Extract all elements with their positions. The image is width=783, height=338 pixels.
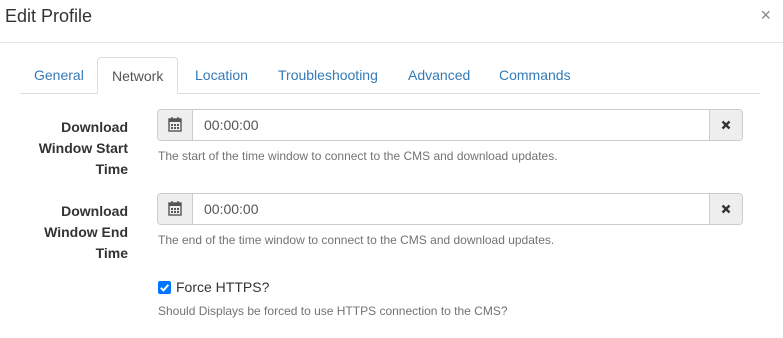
edit-profile-dialog: Edit Profile × General Network Location … [0, 0, 783, 338]
tab-bar: General Network Location Troubleshooting… [20, 57, 760, 94]
checkmark-icon [160, 284, 170, 292]
start-time-help: The start of the time window to connect … [158, 149, 558, 163]
tab-advanced[interactable]: Advanced [394, 57, 484, 93]
force-https-help: Should Displays be forced to use HTTPS c… [158, 304, 508, 318]
start-time-input[interactable]: 00:00:00 [204, 110, 259, 140]
close-icon[interactable]: × [760, 5, 771, 25]
dialog-title: Edit Profile [5, 6, 93, 26]
end-time-label-line: Window End [44, 224, 128, 240]
force-https-checkbox[interactable] [158, 281, 171, 294]
end-time-label-line: Download [61, 203, 128, 219]
tab-location[interactable]: Location [181, 57, 262, 93]
end-time-input[interactable]: 00:00:00 [204, 194, 259, 224]
times-icon[interactable] [709, 110, 742, 140]
tab-network[interactable]: Network [97, 57, 179, 94]
start-time-label-line: Window Start [38, 140, 128, 156]
tab-general[interactable]: General [20, 57, 98, 93]
times-icon[interactable] [709, 194, 742, 224]
force-https-label[interactable]: Force HTTPS? [176, 279, 269, 296]
tab-commands[interactable]: Commands [485, 57, 585, 93]
calendar-icon[interactable] [158, 194, 193, 224]
tab-troubleshooting[interactable]: Troubleshooting [264, 57, 392, 93]
start-time-label-line: Time [95, 161, 128, 177]
start-time-input-group: 00:00:00 [157, 109, 743, 141]
start-time-label-line: Download [61, 119, 128, 135]
start-time-label: Download Window Start Time [10, 117, 128, 180]
end-time-label: Download Window End Time [10, 201, 128, 264]
calendar-icon[interactable] [158, 110, 193, 140]
dialog-header: Edit Profile × [0, 0, 783, 43]
end-time-help: The end of the time window to connect to… [158, 233, 555, 247]
end-time-label-line: Time [95, 245, 128, 261]
end-time-input-group: 00:00:00 [157, 193, 743, 225]
